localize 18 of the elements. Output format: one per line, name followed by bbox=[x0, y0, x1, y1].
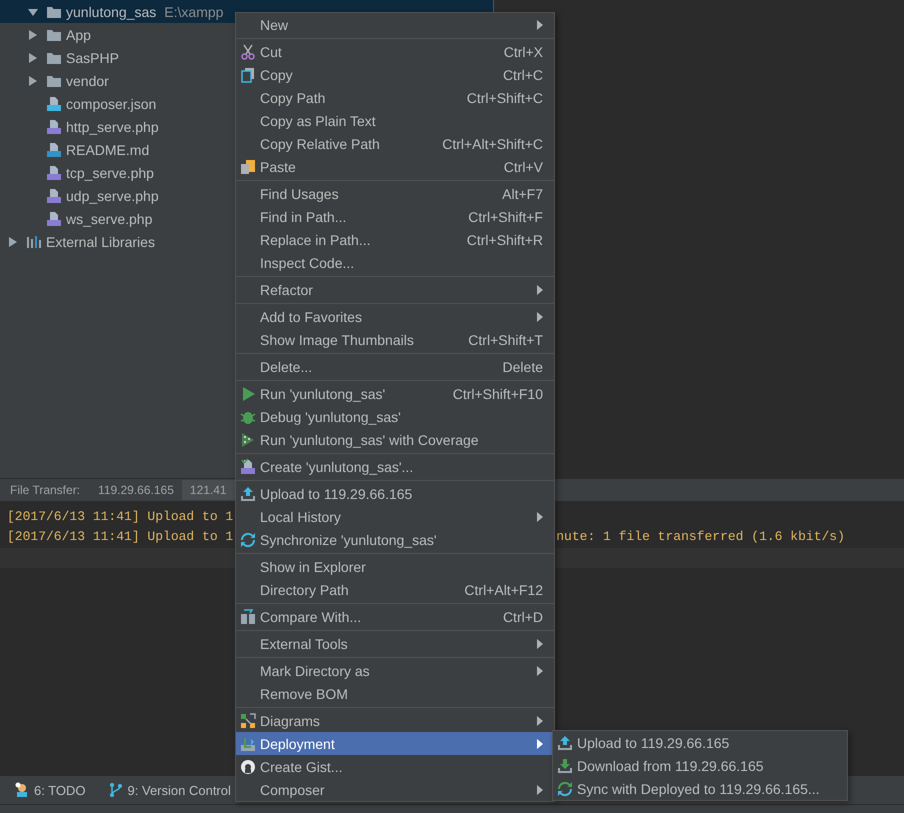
shortcut-text: Ctrl+Shift+F10 bbox=[452, 386, 543, 402]
shortcut-text: Ctrl+Shift+T bbox=[467, 332, 543, 348]
shortcut-text: Ctrl+Alt+Shift+C bbox=[441, 136, 543, 152]
shortcut-text: Ctrl+V bbox=[502, 158, 543, 174]
shortcut-text: Ctrl+Shift+C bbox=[466, 90, 543, 106]
log-line: nute: 1 file transferred (1.6 kbit/s) bbox=[556, 528, 845, 544]
shortcut-text: Ctrl+X bbox=[502, 44, 543, 60]
shortcut-text: Ctrl+C bbox=[502, 66, 543, 82]
shortcut-text: Ctrl+Shift+F bbox=[467, 208, 543, 224]
shortcut-text: Ctrl+Shift+R bbox=[466, 232, 543, 248]
shortcut-text: Alt+F7 bbox=[501, 186, 543, 202]
shortcut-text: Delete bbox=[502, 358, 543, 374]
path-text: E:\xampp bbox=[164, 4, 224, 20]
shortcut-text: Ctrl+Alt+F12 bbox=[463, 582, 543, 598]
shortcut-text: Ctrl+D bbox=[502, 608, 543, 624]
log-line: [2017/6/13 11:41] Upload to 1 bbox=[7, 528, 234, 544]
panel-title: File Transfer: bbox=[9, 483, 82, 497]
log-line: [2017/6/13 11:41] Upload to 1 bbox=[7, 508, 234, 524]
